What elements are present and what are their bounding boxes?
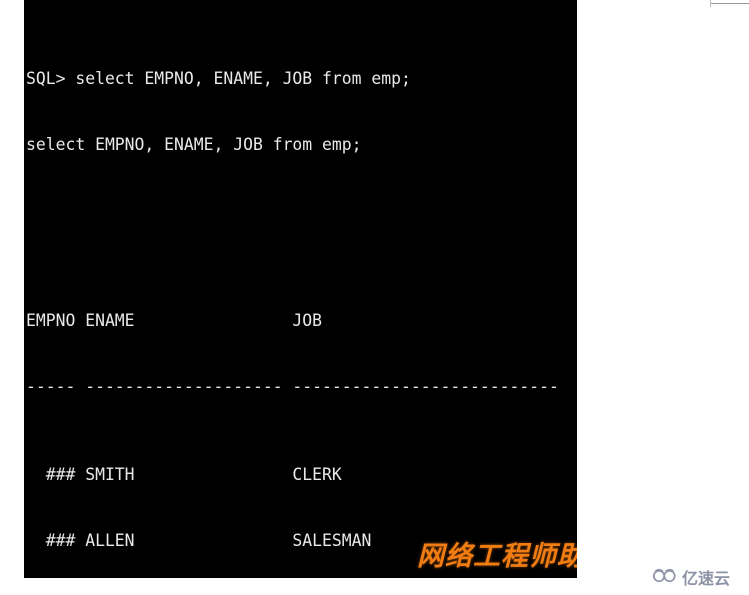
table-row: ### SMITH CLERK xyxy=(26,465,342,484)
terminal-screen[interactable]: SQL> select EMPNO, ENAME, JOB from emp; … xyxy=(24,0,559,578)
site-logo: 亿速云 xyxy=(652,565,730,589)
result-separator-row-1: ----- -------------------- -------------… xyxy=(26,377,559,396)
watermark-text: 网络工程师助手 xyxy=(417,541,577,572)
terminal-window[interactable]: SQL> select EMPNO, ENAME, JOB from emp; … xyxy=(24,0,577,578)
terminal-echo-line: select EMPNO, ENAME, JOB from emp; xyxy=(26,135,362,154)
page-top-rule-tick xyxy=(710,0,711,7)
cloud-icon xyxy=(652,567,678,587)
terminal-prompt-line: SQL> select EMPNO, ENAME, JOB from emp; xyxy=(26,69,411,88)
page-top-rule xyxy=(710,3,749,4)
result-header-row-1: EMPNO ENAME JOB xyxy=(26,311,323,330)
site-logo-text: 亿速云 xyxy=(682,569,731,588)
